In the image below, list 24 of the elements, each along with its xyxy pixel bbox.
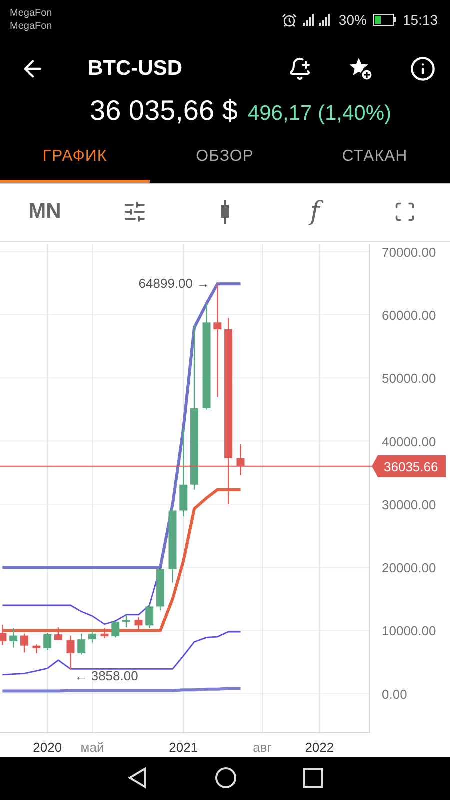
axis-label: 50000.00	[382, 370, 436, 386]
carrier-name: MegaFon	[10, 7, 52, 20]
axis-label: авг	[253, 740, 272, 755]
axis-label: 20000.00	[382, 560, 436, 576]
axis-label: 2020	[33, 740, 62, 755]
axis-label: 2021	[169, 740, 198, 755]
value-annotation: ← 3858.00	[74, 668, 138, 684]
value-annotation: 64899.00 →	[138, 276, 210, 291]
axis-label: май	[80, 740, 104, 755]
axis-label: 60000.00	[382, 308, 436, 323]
clock-time: 15:13	[402, 12, 438, 28]
axis-label: 10000.00	[382, 623, 436, 638]
price-change: 496,17 (1,40%)	[248, 102, 392, 126]
last-price-tag: 36035.66	[372, 454, 446, 477]
axis-label: 2022	[305, 740, 334, 755]
symbol-title: BTC-USD	[88, 56, 184, 81]
axis-label: 0.00	[382, 686, 408, 702]
current-price: 36 035,66 $	[90, 94, 238, 127]
axis-label: 30000.00	[382, 497, 436, 512]
battery-percentage: 30%	[338, 12, 367, 28]
axis-label: 40000.00	[382, 434, 436, 449]
axis-label: 70000.00	[382, 244, 436, 260]
carrier-name: MegaFon	[10, 20, 52, 34]
ref-line-label: 36035.66	[384, 458, 438, 474]
